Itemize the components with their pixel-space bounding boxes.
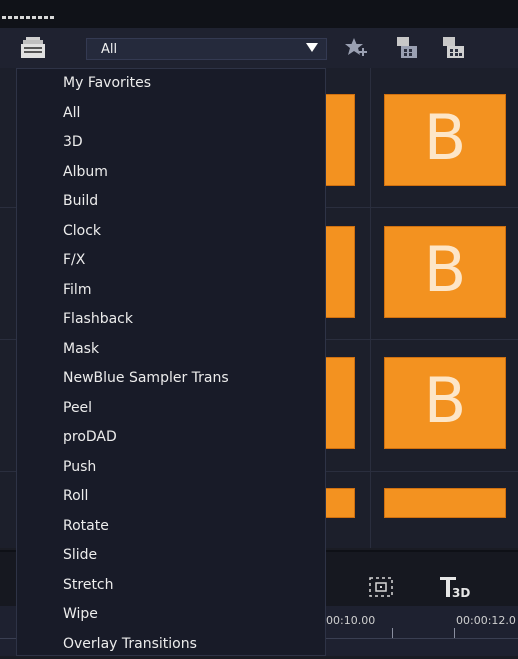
menu-item-film[interactable]: Film [17, 276, 325, 306]
menu-item-stretch[interactable]: Stretch [17, 571, 325, 601]
ruler-time-label: 00:00:12.0 [456, 614, 516, 627]
sort-alpha-icon[interactable] [396, 36, 420, 60]
menu-item-wipe[interactable]: Wipe [17, 600, 325, 630]
transition-thumbnail[interactable] [322, 357, 355, 449]
menu-item-mask[interactable]: Mask [17, 335, 325, 365]
menu-item-all[interactable]: All [17, 99, 325, 129]
transition-thumbnail[interactable]: B [384, 94, 506, 186]
transition-thumbnail[interactable] [322, 226, 355, 318]
library-icon[interactable] [20, 36, 46, 60]
menu-item-album[interactable]: Album [17, 158, 325, 188]
ruler-time-label: 00:10.00 [326, 614, 375, 627]
menu-item-fx[interactable]: F/X [17, 246, 325, 276]
menu-item-rotate[interactable]: Rotate [17, 512, 325, 542]
menu-item-roll[interactable]: Roll [17, 482, 325, 512]
transition-thumbnail[interactable]: B [384, 226, 506, 318]
menu-item-clock[interactable]: Clock [17, 217, 325, 247]
thumbnail-letter: B [385, 107, 505, 169]
ruler-tick [392, 628, 393, 638]
thumbnail-letter: B [385, 239, 505, 301]
menu-item-peel[interactable]: Peel [17, 394, 325, 424]
transition-thumbnail[interactable] [322, 488, 355, 518]
transition-thumbnail[interactable]: B [384, 357, 506, 449]
transition-thumbnail[interactable] [384, 488, 506, 518]
category-dropdown-value: All [101, 42, 117, 57]
chevron-down-icon [306, 43, 318, 52]
svg-text:3D: 3D [452, 586, 470, 600]
drag-handle[interactable] [2, 16, 54, 19]
grid-divider [370, 68, 371, 548]
sort-date-icon[interactable] [442, 36, 466, 60]
menu-item-build[interactable]: Build [17, 187, 325, 217]
menu-item-3d[interactable]: 3D [17, 128, 325, 158]
transition-thumbnail[interactable] [322, 94, 355, 186]
category-dropdown-menu: My Favorites All 3D Album Build Clock F/… [16, 68, 326, 656]
menu-item-overlay-transitions[interactable]: Overlay Transitions [17, 630, 325, 659]
menu-item-push[interactable]: Push [17, 453, 325, 483]
title-3d-icon[interactable]: 3D [440, 574, 480, 600]
thumbnail-letter: B [385, 370, 505, 432]
title-strip [0, 0, 518, 28]
ruler-tick [454, 628, 455, 638]
add-favorite-icon[interactable] [344, 36, 368, 60]
menu-item-my-favorites[interactable]: My Favorites [17, 69, 325, 99]
menu-item-prodad[interactable]: proDAD [17, 423, 325, 453]
menu-item-newblue-sampler-trans[interactable]: NewBlue Sampler Trans [17, 364, 325, 394]
menu-item-flashback[interactable]: Flashback [17, 305, 325, 335]
library-toolbar: All [0, 28, 518, 68]
menu-item-slide[interactable]: Slide [17, 541, 325, 571]
category-dropdown[interactable]: All [86, 38, 327, 60]
fit-to-window-icon[interactable] [368, 576, 394, 598]
